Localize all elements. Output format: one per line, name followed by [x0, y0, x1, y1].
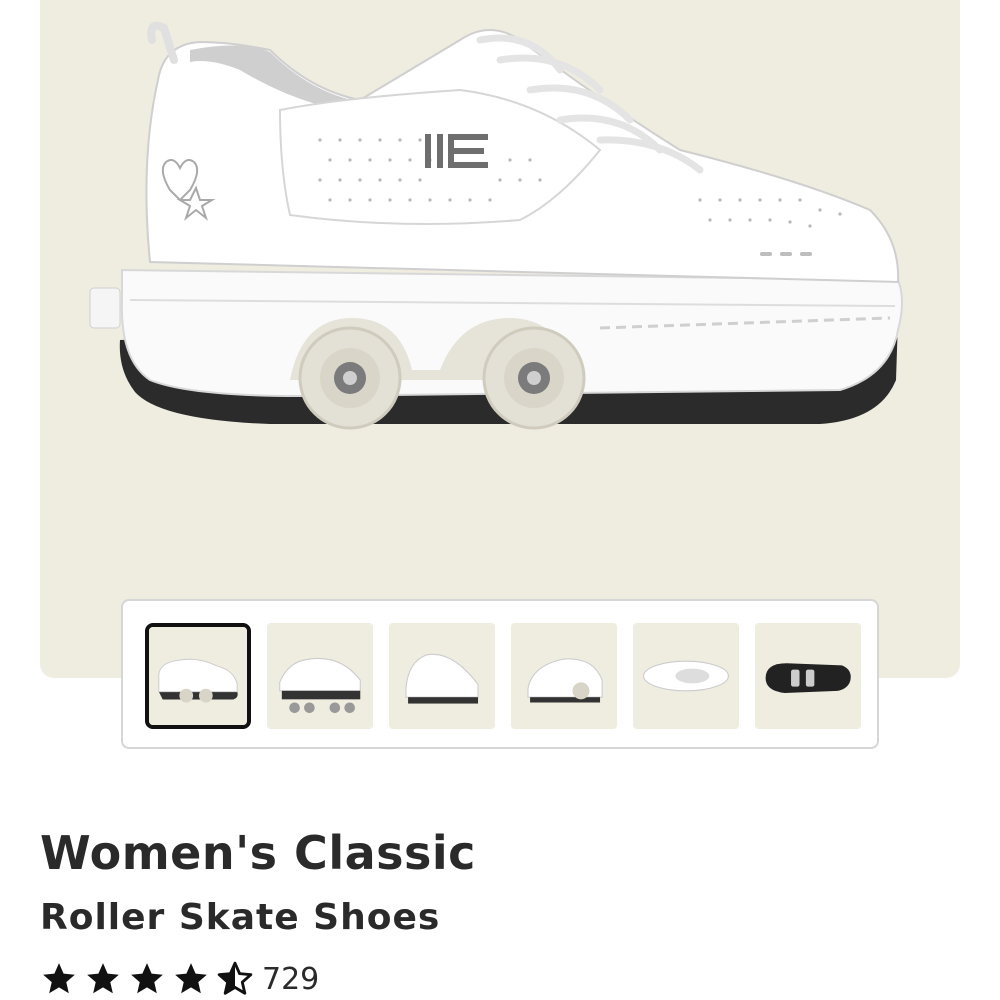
thumbnail-angled-view[interactable]: [267, 623, 373, 729]
product-subtitle: Roller Skate Shoes: [40, 897, 441, 938]
star-full-icon: [43, 963, 75, 994]
thumbnail-strip: [121, 599, 879, 749]
product-title: Women's Classic: [40, 826, 476, 880]
main-product-image[interactable]: [40, 0, 960, 460]
thumbnail-top-view[interactable]: [633, 623, 739, 729]
star-full-icon: [87, 963, 119, 994]
product-rating[interactable]: 729: [40, 958, 319, 1000]
star-full-icon: [131, 963, 163, 994]
thumbnail-front-view[interactable]: [389, 623, 495, 729]
thumbnail-bottom-view[interactable]: [755, 623, 861, 729]
rating-count: 729: [262, 961, 320, 997]
star-full-icon: [175, 963, 207, 994]
thumbnail-side-view[interactable]: [145, 623, 251, 729]
star-half-icon: [217, 961, 253, 995]
thumbnail-back-view[interactable]: [511, 623, 617, 729]
